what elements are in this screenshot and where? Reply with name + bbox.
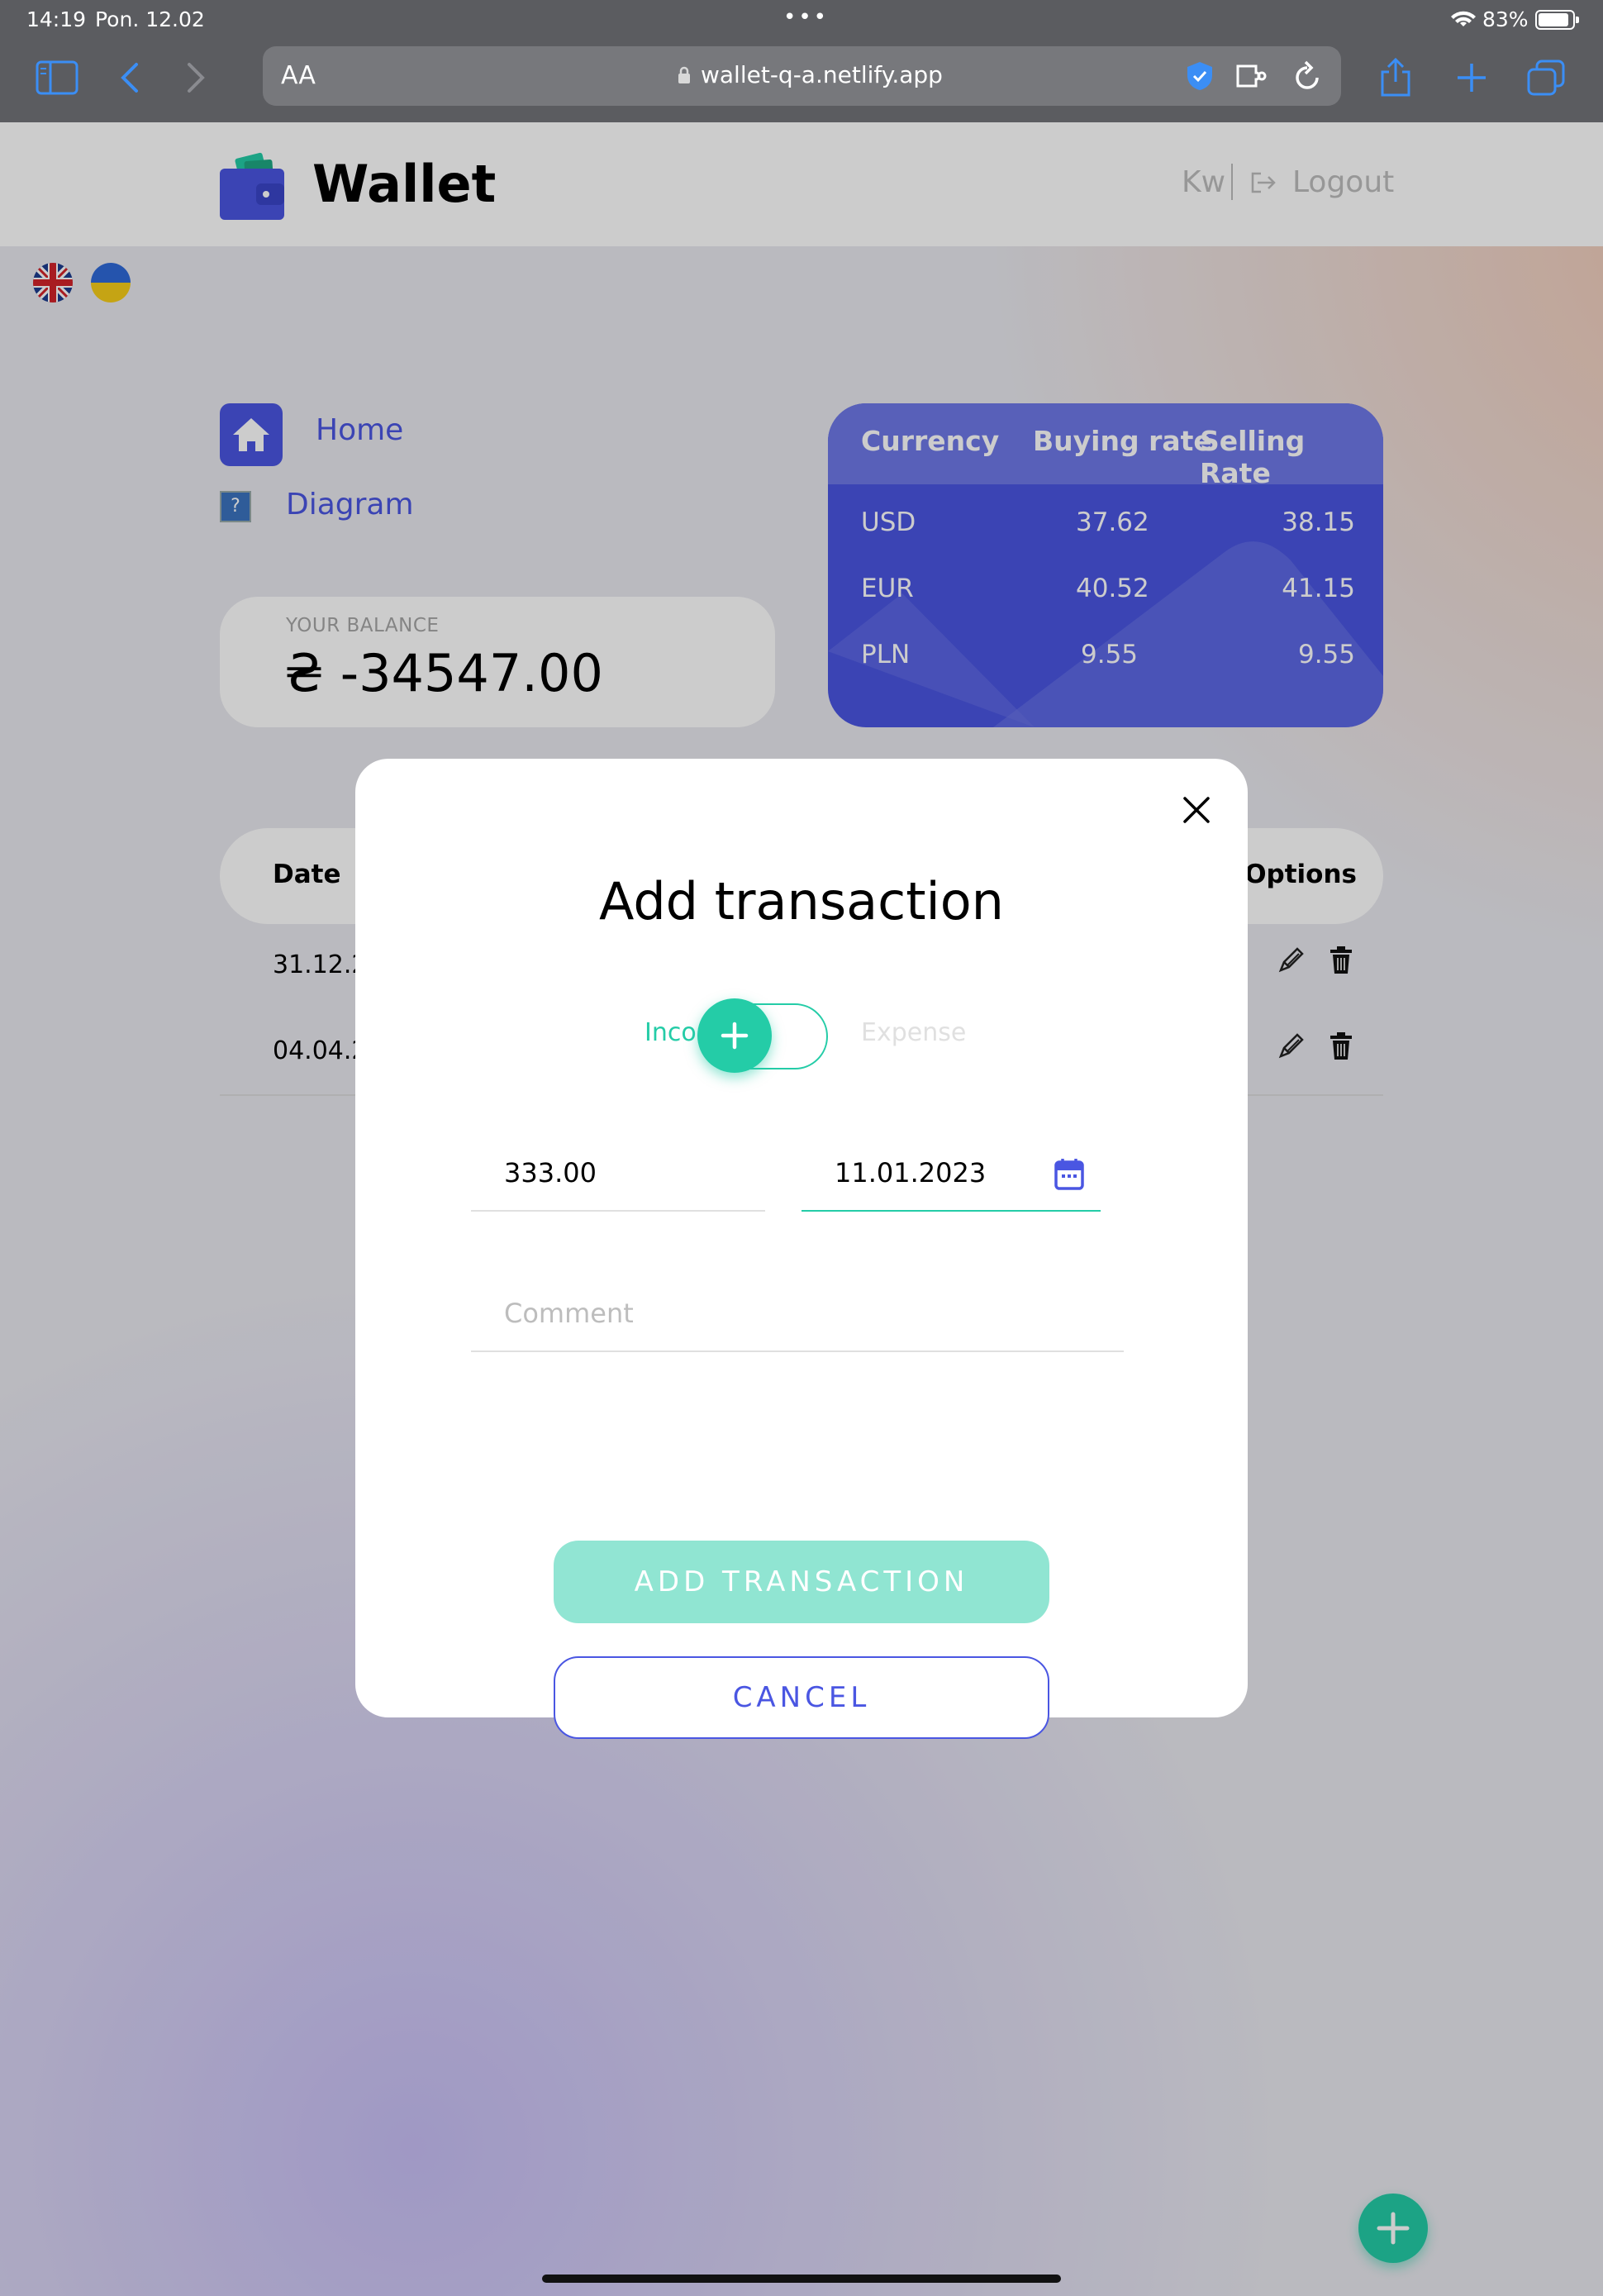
lock-icon: [678, 66, 691, 88]
calendar-icon[interactable]: [1054, 1157, 1084, 1190]
modal-title: Add transaction: [599, 871, 1004, 931]
privacy-shield-icon[interactable]: [1185, 60, 1215, 95]
browser-toolbar: AA wallet-q-a.netlify.app: [0, 40, 1603, 122]
home-indicator[interactable]: [542, 2275, 1061, 2283]
battery-icon: [1535, 10, 1579, 30]
forward-icon[interactable]: [172, 56, 220, 99]
new-tab-icon[interactable]: [1448, 56, 1496, 99]
extension-icon[interactable]: [1234, 61, 1269, 94]
status-bar: 14:19 Pon. 12.02 ••• 83%: [0, 0, 1603, 40]
add-transaction-modal: Add transaction Inco Expense ADD TRANSAC…: [355, 759, 1248, 1739]
comment-input[interactable]: [471, 1276, 1124, 1350]
date-field[interactable]: [802, 1136, 1101, 1212]
share-icon[interactable]: [1372, 56, 1420, 99]
close-icon[interactable]: [1178, 792, 1215, 828]
tabs-overview-icon[interactable]: [1522, 56, 1570, 99]
amount-input[interactable]: [471, 1136, 765, 1210]
wifi-icon: [1451, 8, 1476, 33]
amount-field[interactable]: [471, 1136, 765, 1212]
page: Wallet Kw Logout Home ? Diagram YOUR BAL…: [0, 122, 1603, 2296]
toggle-knob-plus-icon[interactable]: [697, 998, 772, 1073]
comment-field[interactable]: [471, 1276, 1124, 1352]
text-size-button[interactable]: AA: [281, 61, 316, 90]
reload-icon[interactable]: [1292, 60, 1322, 96]
income-label[interactable]: Inco: [645, 1018, 702, 1047]
status-time: 14:19: [26, 7, 87, 31]
add-transaction-button[interactable]: ADD TRANSACTION: [554, 1541, 1049, 1623]
cancel-button[interactable]: CANCEL: [554, 1656, 1049, 1739]
url-text: wallet-q-a.netlify.app: [701, 61, 943, 88]
sidebar-icon[interactable]: [33, 56, 81, 99]
multitasking-dots-icon[interactable]: •••: [783, 5, 829, 30]
battery-percent: 83%: [1482, 7, 1529, 31]
expense-label[interactable]: Expense: [861, 1018, 966, 1047]
address-bar[interactable]: AA wallet-q-a.netlify.app: [263, 46, 1341, 106]
back-icon[interactable]: [106, 56, 154, 99]
status-date: Pon. 12.02: [95, 7, 205, 31]
